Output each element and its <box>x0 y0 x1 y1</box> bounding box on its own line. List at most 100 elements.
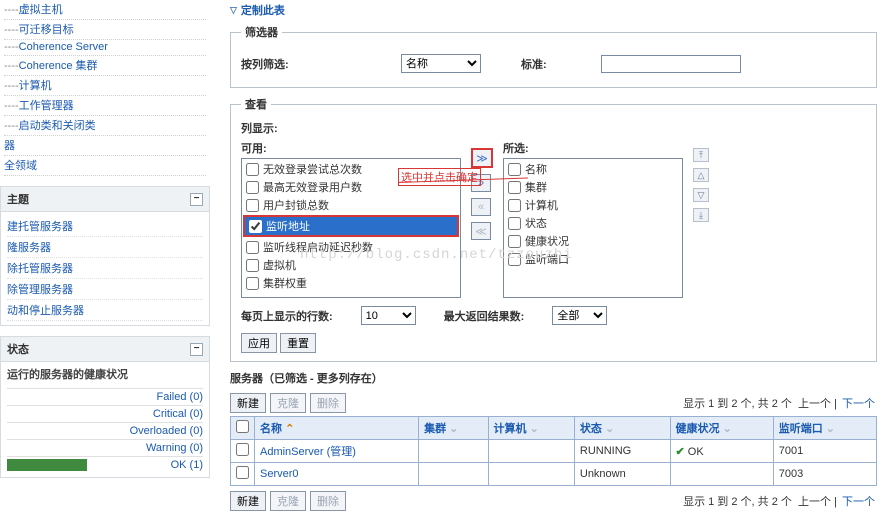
available-item-checkbox[interactable] <box>249 220 262 233</box>
available-item[interactable]: 监听地址 <box>243 215 459 237</box>
status-link[interactable]: OK (1) <box>171 459 203 471</box>
chosen-item[interactable]: 健康状况 <box>504 232 682 250</box>
tree-item[interactable]: 器 <box>4 136 206 156</box>
maxret-select[interactable]: 全部 <box>552 306 607 325</box>
view-legend: 查看 <box>241 96 271 112</box>
chosen-item[interactable]: 集群 <box>504 178 682 196</box>
column-header[interactable]: 计算机 ⌄ <box>494 423 539 435</box>
available-item-checkbox[interactable] <box>246 199 259 212</box>
chosen-item-checkbox[interactable] <box>508 253 521 266</box>
filter-column-select[interactable]: 名称 <box>401 54 481 73</box>
reset-button[interactable]: 重置 <box>280 333 316 353</box>
customize-table-toggle[interactable]: ▽ 定制此表 <box>230 2 285 18</box>
available-item[interactable]: 最高无效登录用户数 <box>242 178 460 196</box>
chosen-item-checkbox[interactable] <box>508 217 521 230</box>
new-button-bottom[interactable]: 新建 <box>230 491 266 511</box>
column-header[interactable]: 集群 ⌄ <box>424 423 458 435</box>
status-link[interactable]: Overloaded (0) <box>130 425 203 437</box>
triangle-down-icon: ▽ <box>230 5 237 16</box>
clone-button-bottom[interactable]: 克隆 <box>270 491 306 511</box>
column-header[interactable]: 监听端口 ⌄ <box>779 423 835 435</box>
status-desc: 运行的服务器的健康状况 <box>7 366 203 382</box>
sort-icon: ⌄ <box>605 423 614 435</box>
chosen-item[interactable]: 状态 <box>504 214 682 232</box>
delete-button-bottom[interactable]: 删除 <box>310 491 346 511</box>
filter-criteria-input[interactable] <box>601 55 741 73</box>
tree-item[interactable]: ----工作管理器 <box>4 96 206 116</box>
move-right-all-button[interactable]: ≫ <box>471 148 493 168</box>
column-header[interactable]: 健康状况 ⌄ <box>676 423 732 435</box>
pager-next-link[interactable]: 下一个 <box>842 398 875 410</box>
available-item[interactable]: 无效登录尝试总次数 <box>242 160 460 178</box>
topic-link[interactable]: 隆服务器 <box>7 242 51 254</box>
move-left-button[interactable]: « <box>471 198 491 216</box>
available-label: 可用: <box>241 140 461 156</box>
server-name-link[interactable]: Server0 <box>260 468 299 480</box>
filter-std-label: 标准: <box>521 56 561 72</box>
available-listbox[interactable]: 无效登录尝试总次数最高无效登录用户数用户封锁总数监听地址监听线程启动延迟秒数虚拟… <box>241 158 461 298</box>
topic-link[interactable]: 除管理服务器 <box>7 284 73 296</box>
rows-per-page-select[interactable]: 10 <box>361 306 416 325</box>
move-right-button[interactable]: » <box>471 174 491 192</box>
column-header[interactable]: 名称 ⌃ <box>260 423 294 435</box>
available-item[interactable]: 用户封锁总数 <box>242 196 460 214</box>
tree-item[interactable]: ----虚拟主机 <box>4 0 206 20</box>
server-name-link[interactable]: AdminServer (管理) <box>260 446 356 458</box>
status-panel-header: 状态 − <box>0 336 210 362</box>
move-bottom-button[interactable]: ⤓ <box>693 208 709 222</box>
status-link[interactable]: Critical (0) <box>153 408 203 420</box>
status-row: Failed (0) <box>7 388 203 405</box>
available-item-checkbox[interactable] <box>246 181 259 194</box>
chosen-item-checkbox[interactable] <box>508 235 521 248</box>
row-checkbox[interactable] <box>236 466 249 479</box>
chosen-item-checkbox[interactable] <box>508 163 521 176</box>
move-up-button[interactable]: △ <box>693 168 709 182</box>
topic-link[interactable]: 动和停止服务器 <box>7 305 84 317</box>
topic-title: 主题 <box>7 191 29 207</box>
available-item-checkbox[interactable] <box>246 277 259 290</box>
row-checkbox[interactable] <box>236 443 249 456</box>
collapse-icon[interactable]: − <box>190 193 203 206</box>
tree-item[interactable]: ----计算机 <box>4 76 206 96</box>
status-link[interactable]: Failed (0) <box>157 391 203 403</box>
tree-item[interactable]: 全领域 <box>4 156 206 176</box>
filter-fieldset: 筛选器 按列筛选: 名称 标准: <box>230 24 877 88</box>
rows-per-page-label: 每页上显示的行数: <box>241 308 333 324</box>
chosen-item-checkbox[interactable] <box>508 181 521 194</box>
chosen-listbox[interactable]: 名称集群计算机状态健康状况监听端口 <box>503 158 683 298</box>
new-button[interactable]: 新建 <box>230 393 266 413</box>
select-all-checkbox[interactable] <box>236 420 249 433</box>
available-item-checkbox[interactable] <box>246 259 259 272</box>
move-down-button[interactable]: ▽ <box>693 188 709 202</box>
delete-button[interactable]: 删除 <box>310 393 346 413</box>
move-top-button[interactable]: ⤒ <box>693 148 709 162</box>
clone-button[interactable]: 克隆 <box>270 393 306 413</box>
chosen-item[interactable]: 名称 <box>504 160 682 178</box>
chosen-item-checkbox[interactable] <box>508 199 521 212</box>
available-item-checkbox[interactable] <box>246 163 259 176</box>
view-fieldset: 查看 列显示: 可用: 无效登录尝试总次数最高无效登录用户数用户封锁总数监听地址… <box>230 96 877 362</box>
table-row: AdminServer (管理)RUNNING✔ OK7001 <box>231 440 877 463</box>
tree-item[interactable]: ----可迁移目标 <box>4 20 206 40</box>
chosen-label: 所选: <box>503 140 683 156</box>
chosen-item[interactable]: 监听端口 <box>504 250 682 268</box>
apply-button[interactable]: 应用 <box>241 333 277 353</box>
available-item[interactable]: 虚拟机 <box>242 256 460 274</box>
pager-next-link[interactable]: 下一个 <box>842 496 875 508</box>
topic-link[interactable]: 除托管服务器 <box>7 263 73 275</box>
move-left-all-button[interactable]: ≪ <box>471 222 491 240</box>
tree-item[interactable]: ----启动类和关闭类 <box>4 116 206 136</box>
topic-panel-header: 主题 − <box>0 186 210 212</box>
available-item[interactable]: 监听线程启动延迟秒数 <box>242 238 460 256</box>
collapse-icon[interactable]: − <box>190 343 203 356</box>
available-item-checkbox[interactable] <box>246 241 259 254</box>
tree-item[interactable]: ----Coherence 集群 <box>4 56 206 76</box>
tree-item[interactable]: ----Coherence Server <box>4 40 206 56</box>
filter-legend: 筛选器 <box>241 24 282 40</box>
topic-link[interactable]: 建托管服务器 <box>7 221 73 233</box>
column-header[interactable]: 状态 ⌄ <box>580 423 614 435</box>
pager-top: 显示 1 到 2 个, 共 2 个 上一个 | 下一个 <box>683 395 877 411</box>
chosen-item[interactable]: 计算机 <box>504 196 682 214</box>
available-item[interactable]: 集群权重 <box>242 274 460 292</box>
status-link[interactable]: Warning (0) <box>146 442 203 454</box>
